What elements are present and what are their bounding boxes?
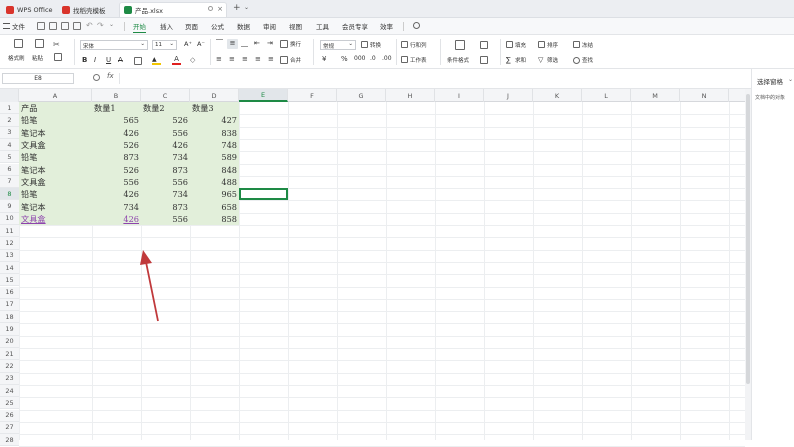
- arrow-head: [140, 250, 152, 265]
- arrow-shaft: [145, 261, 159, 322]
- annotation-arrow: [140, 250, 159, 322]
